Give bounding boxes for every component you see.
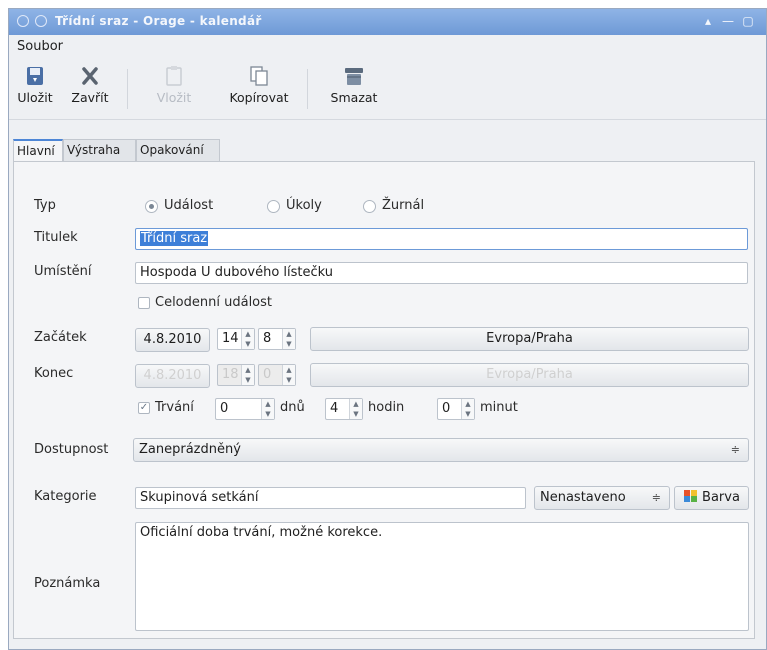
copy-button[interactable]: Kopírovat <box>217 63 301 115</box>
close-label: Zavřít <box>71 90 109 105</box>
delete-button[interactable]: Smazat <box>319 63 389 115</box>
days-label: dnů <box>280 400 305 415</box>
start-hour-value: 14 <box>222 331 239 346</box>
save-icon <box>27 67 43 85</box>
tab-recurrence[interactable]: Opakování <box>136 139 220 161</box>
menu-bar: Soubor <box>9 35 766 59</box>
toolbar: Uložit Zavřít Vložit Kopírovat Smazat <box>9 59 766 120</box>
duration-hours-value: 4 <box>330 401 339 416</box>
location-input[interactable]: Hospoda U dubového lístečku <box>135 262 748 284</box>
duration-days-value: 0 <box>220 401 229 416</box>
duration-minutes-spin[interactable]: 0 ▲ ▼ <box>437 398 475 420</box>
duration-hours-spin[interactable]: 4 ▲ ▼ <box>325 398 363 420</box>
category-select-value: Nenastaveno <box>540 490 626 505</box>
title-value: Třídní sraz <box>140 231 209 246</box>
spin-arrows-icon[interactable]: ▲ ▼ <box>241 329 254 349</box>
end-min-value: 0 <box>263 367 272 382</box>
start-min-value: 8 <box>263 331 272 346</box>
start-date-button[interactable]: 4.8.2010 <box>135 328 210 352</box>
menu-soubor[interactable]: Soubor <box>17 39 63 54</box>
allday-checkbox[interactable] <box>138 297 150 309</box>
tab-alarm[interactable]: Výstraha <box>63 139 136 161</box>
copy-icon <box>250 66 268 86</box>
sticky-icon[interactable] <box>35 15 47 27</box>
keep-above-icon[interactable]: ▴ <box>700 13 716 29</box>
type-label: Typ <box>34 198 56 213</box>
availability-value: Zaneprázdněný <box>139 442 241 457</box>
paste-button[interactable]: Vložit <box>143 63 205 115</box>
minutes-label: minut <box>480 400 518 415</box>
radio-event-label: Událost <box>164 198 214 213</box>
spin-arrows-icon[interactable]: ▲ ▼ <box>261 399 274 419</box>
maximize-icon[interactable]: ▢ <box>740 13 756 29</box>
start-min-spin[interactable]: 8 ▲ ▼ <box>258 328 296 350</box>
category-input[interactable]: Skupinová setkání <box>135 487 526 509</box>
end-hour-value: 18 <box>222 367 239 382</box>
title-input[interactable]: Třídní sraz <box>135 228 748 250</box>
color-button[interactable]: Barva <box>674 486 749 510</box>
app-icon[interactable] <box>17 15 29 27</box>
hours-label: hodin <box>368 400 405 415</box>
title-label: Titulek <box>34 230 78 245</box>
dropdown-icon: ≑ <box>730 443 740 456</box>
spin-arrows-icon[interactable]: ▲ ▼ <box>282 329 295 349</box>
availability-select[interactable]: Zaneprázdněný ≑ <box>133 438 749 462</box>
event-window: Třídní sraz - Orage - kalendář ▴ — ▢ Sou… <box>8 8 767 650</box>
start-label: Začátek <box>34 330 87 345</box>
spin-arrows-icon[interactable]: ▲ ▼ <box>241 365 254 385</box>
end-label: Konec <box>34 366 74 381</box>
dropdown-icon: ≑ <box>651 491 661 504</box>
duration-minutes-value: 0 <box>442 401 451 416</box>
title-bar: Třídní sraz - Orage - kalendář ▴ — ▢ <box>9 9 766 35</box>
toolbar-separator <box>127 69 128 109</box>
category-label: Kategorie <box>34 489 97 504</box>
toolbar-separator <box>307 69 308 109</box>
end-timezone-button[interactable]: Evropa/Praha <box>310 363 749 387</box>
color-palette-icon <box>684 490 698 502</box>
radio-event[interactable] <box>145 200 158 213</box>
end-min-spin[interactable]: 0 ▲ ▼ <box>258 364 296 386</box>
paste-label: Vložit <box>156 90 192 105</box>
spin-arrows-icon[interactable]: ▲ ▼ <box>349 399 362 419</box>
note-label: Poznámka <box>34 576 101 591</box>
start-hour-spin[interactable]: 14 ▲ ▼ <box>217 328 255 350</box>
radio-todo-label: Úkoly <box>286 198 322 213</box>
duration-checkbox[interactable]: ✓ <box>138 402 150 414</box>
close-button[interactable]: Zavřít <box>65 63 115 115</box>
spin-arrows-icon[interactable]: ▲ ▼ <box>461 399 474 419</box>
note-textarea[interactable]: Oficiální doba trvání, možné korekce. <box>135 522 749 631</box>
save-button[interactable]: Uložit <box>13 63 57 115</box>
delete-icon <box>345 68 363 85</box>
radio-journal[interactable] <box>363 200 376 213</box>
spin-arrows-icon[interactable]: ▲ ▼ <box>282 365 295 385</box>
save-label: Uložit <box>17 90 53 105</box>
close-icon <box>82 67 98 85</box>
tab-main[interactable]: Hlavní <box>13 139 63 162</box>
copy-label: Kopírovat <box>229 90 289 105</box>
end-date-button[interactable]: 4.8.2010 <box>135 364 210 388</box>
duration-label: Trvání <box>155 400 194 415</box>
minimize-icon[interactable]: — <box>720 13 736 29</box>
main-panel: Typ Událost Úkoly Žurnál Titulek Třídní … <box>13 161 755 639</box>
end-hour-spin[interactable]: 18 ▲ ▼ <box>217 364 255 386</box>
duration-days-spin[interactable]: 0 ▲ ▼ <box>215 398 275 420</box>
start-timezone-button[interactable]: Evropa/Praha <box>310 327 749 351</box>
allday-label: Celodenní událost <box>155 295 273 310</box>
location-label: Umístění <box>34 264 92 279</box>
paste-icon <box>166 66 182 86</box>
window-title: Třídní sraz - Orage - kalendář <box>55 14 262 28</box>
delete-label: Smazat <box>330 90 378 105</box>
availability-label: Dostupnost <box>34 442 109 457</box>
radio-todo[interactable] <box>267 200 280 213</box>
category-select[interactable]: Nenastaveno ≑ <box>534 486 670 510</box>
radio-journal-label: Žurnál <box>382 198 425 213</box>
color-button-label: Barva <box>702 490 740 505</box>
